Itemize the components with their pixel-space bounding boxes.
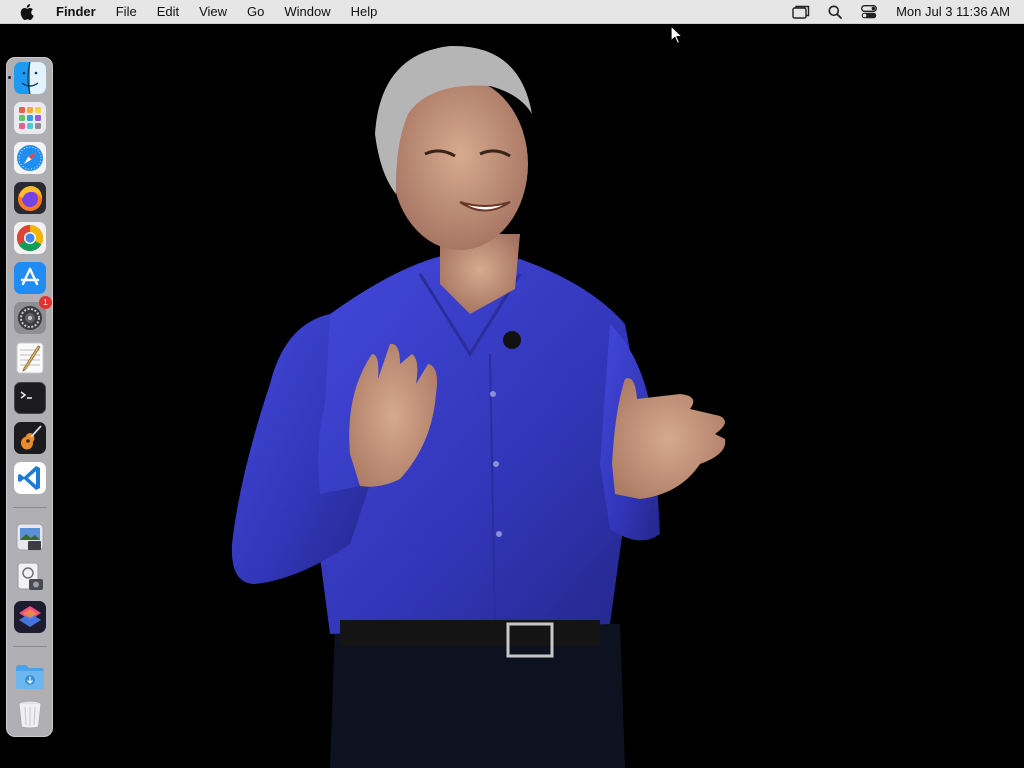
dock-separator <box>13 646 47 647</box>
menu-bar: Finder File Edit View Go Window Help Mon… <box>0 0 1024 24</box>
menu-window[interactable]: Window <box>274 0 340 24</box>
spotlight-search-icon[interactable] <box>825 0 845 24</box>
vscode-icon <box>14 462 46 494</box>
finder-icon <box>14 62 46 94</box>
dock-item-terminal[interactable] <box>14 382 46 414</box>
dock-item-image-capture[interactable] <box>14 561 46 593</box>
dock-item-app-store[interactable] <box>14 262 46 294</box>
desktop-wallpaper <box>0 24 1024 768</box>
dock-item-vscode[interactable] <box>14 462 46 494</box>
firefox-icon <box>14 182 46 214</box>
dock-item-system-settings[interactable]: 1 <box>14 296 52 334</box>
running-indicator <box>8 76 11 79</box>
dock-item-garageband[interactable] <box>14 422 46 454</box>
dock-item-preview[interactable] <box>14 521 46 553</box>
shortcuts-icon <box>14 601 46 633</box>
dock: 1 <box>6 57 53 737</box>
preview-icon <box>16 523 44 551</box>
dock-item-chrome[interactable] <box>14 222 46 254</box>
control-center-icon[interactable] <box>859 0 879 24</box>
apple-menu-icon[interactable] <box>18 3 36 21</box>
menu-view[interactable]: View <box>189 0 237 24</box>
dock-item-finder[interactable] <box>8 62 46 94</box>
menu-help[interactable]: Help <box>341 0 388 24</box>
menu-edit[interactable]: Edit <box>147 0 189 24</box>
dock-item-firefox[interactable] <box>14 182 46 214</box>
dock-item-trash[interactable] <box>14 698 46 730</box>
menu-go[interactable]: Go <box>237 0 274 24</box>
dock-separator <box>13 507 47 508</box>
downloads-folder-icon <box>16 665 44 689</box>
desktop: Finder File Edit View Go Window Help Mon… <box>0 0 1024 768</box>
image-capture-icon <box>17 562 43 590</box>
textedit-icon <box>16 342 44 374</box>
safari-icon <box>14 142 46 174</box>
menu-bar-status-area: Mon Jul 3 11:36 AM <box>784 0 1024 24</box>
dock-item-launchpad[interactable] <box>14 102 46 134</box>
dock-item-safari[interactable] <box>14 142 46 174</box>
chrome-icon <box>14 222 46 254</box>
dock-item-downloads[interactable] <box>14 660 46 692</box>
terminal-icon <box>14 382 46 414</box>
app-store-icon <box>14 262 46 294</box>
launchpad-icon <box>14 102 46 134</box>
screen-mirroring-icon[interactable] <box>791 0 811 24</box>
garageband-icon <box>14 422 46 454</box>
mouse-pointer-icon <box>670 25 683 44</box>
menu-bar-clock[interactable]: Mon Jul 3 11:36 AM <box>896 4 1010 19</box>
trash-icon <box>18 700 42 729</box>
dock-item-shortcuts[interactable] <box>14 601 46 633</box>
notification-badge: 1 <box>39 296 52 309</box>
menu-app-name[interactable]: Finder <box>50 0 106 24</box>
dock-item-textedit[interactable] <box>14 342 46 374</box>
menu-file[interactable]: File <box>106 0 147 24</box>
